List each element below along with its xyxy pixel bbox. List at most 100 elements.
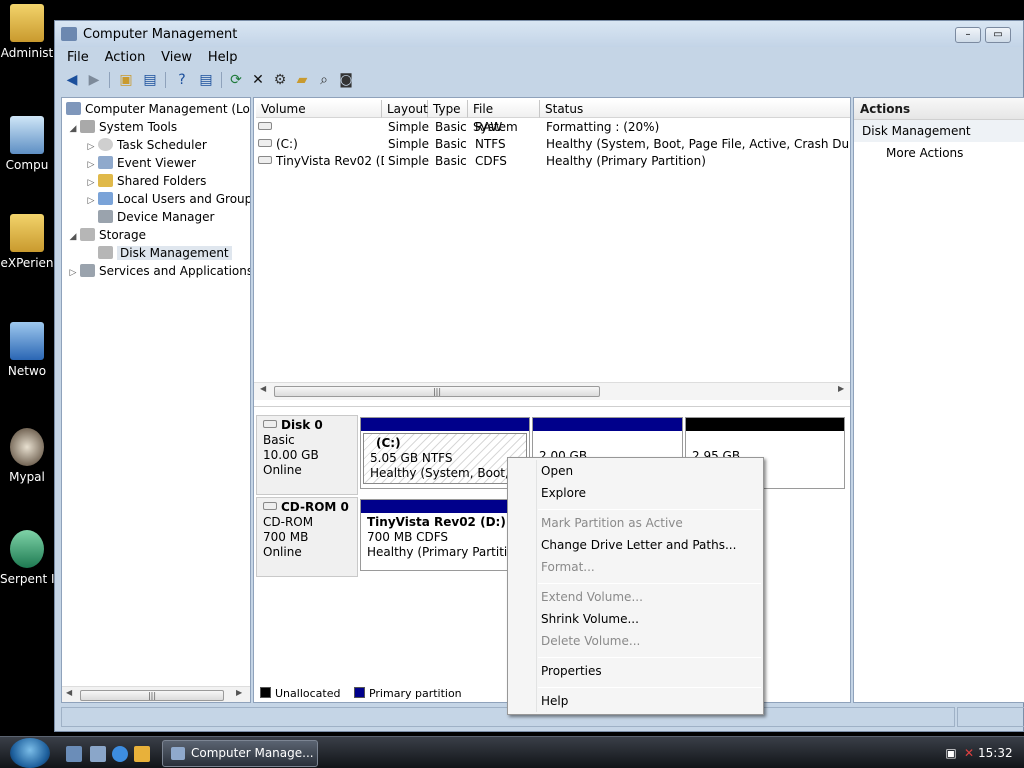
scroll-right-arrow-icon[interactable]: ▶ <box>838 384 844 393</box>
menu-item-open[interactable]: Open <box>508 460 763 482</box>
raccoon-icon <box>10 428 44 466</box>
back-arrow-icon[interactable]: ◀ <box>63 71 81 89</box>
tree-item-system-tools[interactable]: ◢ System Tools <box>68 118 177 136</box>
status-cell: Healthy (System, Boot, Page File, Active… <box>546 137 850 151</box>
menu-help[interactable]: Help <box>202 48 244 67</box>
partition-d[interactable]: TinyVista Rev02 (D:) 700 MB CDFS Healthy… <box>360 499 508 571</box>
collapse-arrow-icon[interactable]: ◢ <box>68 120 78 138</box>
maximize-button[interactable]: ▭ <box>985 27 1011 43</box>
menu-view[interactable]: View <box>155 48 198 67</box>
column-header-layout[interactable]: Layout <box>382 100 428 118</box>
open-icon[interactable]: ▰ <box>293 71 311 89</box>
folder-icon <box>10 4 44 42</box>
scroll-thumb[interactable]: ||| <box>274 386 600 397</box>
tree-item-storage[interactable]: ◢ Storage <box>68 226 146 244</box>
taskbar-button-computer-management[interactable]: Computer Manage... <box>162 740 318 767</box>
network-icon[interactable]: ▣ <box>944 746 958 760</box>
menu-item-shrink-volume[interactable]: Shrink Volume... <box>508 608 763 630</box>
storage-icon <box>80 228 95 241</box>
scroll-thumb[interactable]: ||| <box>80 690 224 701</box>
table-row[interactable]: (C:) <box>258 136 380 153</box>
menu-item-change-drive-letter[interactable]: Change Drive Letter and Paths... <box>508 534 763 556</box>
services-icon <box>80 264 95 277</box>
properties-icon[interactable]: ▤ <box>197 71 215 89</box>
desktop-icon-label: Compu <box>5 158 49 172</box>
column-header-status[interactable]: Status <box>540 100 850 118</box>
disk-state: Online <box>263 463 302 477</box>
cdrom-0-label[interactable]: CD-ROM 0 CD-ROM 700 MB Online <box>256 497 358 577</box>
scroll-left-arrow-icon[interactable]: ◀ <box>66 688 72 697</box>
toolbar: ◀ ▶ ▣ ▤ ? ▤ ⟳ ✕ ⚙ ▰ ⌕ ◙ <box>61 69 1023 93</box>
desktop-icon-network[interactable]: Netwo <box>0 322 54 378</box>
navigation-tree: Computer Management (Local ◢ System Tools… <box>61 97 251 703</box>
settings-icon[interactable]: ⚙ <box>271 71 289 89</box>
desktop-icon-experience[interactable]: eXPerien <box>0 214 54 270</box>
menu-file[interactable]: File <box>61 48 95 67</box>
menu-action[interactable]: Action <box>99 48 152 67</box>
tree-item-task-scheduler[interactable]: ▷ Task Scheduler <box>86 136 207 154</box>
search-icon[interactable]: ⌕ <box>315 71 333 89</box>
partition-status: Healthy (System, Boot, Pa <box>370 466 527 480</box>
disk-name: CD-ROM 0 <box>281 500 349 514</box>
desktop-icon-serpent[interactable]: Serpent I <box>0 530 54 586</box>
internet-explorer-icon[interactable] <box>112 746 128 762</box>
expand-arrow-icon[interactable]: ▷ <box>68 264 78 282</box>
menu-item-help[interactable]: Help <box>508 690 763 712</box>
partition-c[interactable]: (C:) 5.05 GB NTFS Healthy (System, Boot,… <box>360 417 530 489</box>
refresh-icon[interactable]: ⟳ <box>227 71 245 89</box>
switch-windows-icon[interactable] <box>90 746 106 762</box>
desktop-icon-label: Netwo <box>7 364 47 378</box>
type-cell: Basic <box>435 154 467 168</box>
partition-context-menu: Open Explore Mark Partition as Active Ch… <box>507 457 764 715</box>
disk-icon[interactable]: ◙ <box>337 71 355 89</box>
desktop-icon-administrator[interactable]: Administ <box>0 4 54 60</box>
tree-item-computer-management[interactable]: Computer Management (Local <box>64 100 251 118</box>
more-actions-link[interactable]: More Actions <box>854 142 1024 164</box>
disk-type: CD-ROM <box>263 515 314 529</box>
forward-arrow-icon[interactable]: ▶ <box>85 71 103 89</box>
help-icon[interactable]: ? <box>173 71 191 89</box>
layout-cell: Simple <box>388 120 429 134</box>
users-icon <box>98 192 113 205</box>
collapse-arrow-icon[interactable]: ◢ <box>68 228 78 246</box>
volume-muted-icon[interactable]: ✕ <box>962 746 976 760</box>
show-desktop-icon[interactable] <box>66 746 82 762</box>
column-header-volume[interactable]: Volume <box>256 100 382 118</box>
column-header-type[interactable]: Type <box>428 100 468 118</box>
delete-icon[interactable]: ✕ <box>249 71 267 89</box>
volume-list-horizontal-scrollbar[interactable]: ◀ ||| ▶ <box>254 382 850 400</box>
volume-name: TinyVista Rev02 (D:) <box>276 154 384 168</box>
tree-item-label: Computer Management (Local <box>85 102 251 116</box>
menu-item-explore[interactable]: Explore <box>508 482 763 504</box>
scroll-right-arrow-icon[interactable]: ▶ <box>236 688 242 697</box>
clock[interactable]: 15:32 <box>978 746 1013 760</box>
file-system-cell: NTFS <box>475 137 506 151</box>
menu-item-properties[interactable]: Properties <box>508 660 763 682</box>
tree-item-shared-folders[interactable]: ▷ Shared Folders <box>86 172 206 190</box>
media-player-icon[interactable] <box>134 746 150 762</box>
desktop-icon-mypal[interactable]: Mypal <box>0 428 54 484</box>
show-hide-tree-icon[interactable]: ▤ <box>141 71 159 89</box>
tree-item-disk-management[interactable]: Disk Management <box>86 244 232 262</box>
start-button[interactable] <box>10 738 50 768</box>
table-row[interactable]: TinyVista Rev02 (D:) <box>258 153 384 170</box>
column-header-file-system[interactable]: File System <box>468 100 540 134</box>
tree-item-label: Task Scheduler <box>117 138 207 152</box>
computer-management-icon <box>66 102 81 115</box>
tree-item-label: Disk Management <box>117 246 232 260</box>
actions-section-disk-management[interactable]: Disk Management <box>854 120 1024 142</box>
tree-item-services-and-applications[interactable]: ▷ Services and Applications <box>68 262 250 282</box>
volume-name: (C:) <box>276 137 298 151</box>
minimize-button[interactable]: – <box>955 27 981 43</box>
title-bar[interactable]: Computer Management – ▭ <box>55 21 1023 47</box>
desktop-icon-computer[interactable]: Compu <box>0 116 54 172</box>
disk-0-label[interactable]: Disk 0 Basic 10.00 GB Online <box>256 415 358 495</box>
tree-item-device-manager[interactable]: Device Manager <box>86 208 214 226</box>
table-row[interactable] <box>258 119 380 136</box>
tree-item-event-viewer[interactable]: ▷ Event Viewer <box>86 154 196 172</box>
tree-horizontal-scrollbar[interactable]: ◀ ||| ▶ <box>62 686 250 702</box>
tree-item-local-users-and-groups[interactable]: ▷ Local Users and Groups <box>86 190 250 208</box>
disk-size: 700 MB <box>263 530 309 544</box>
scroll-left-arrow-icon[interactable]: ◀ <box>260 384 266 393</box>
up-folder-icon[interactable]: ▣ <box>117 71 135 89</box>
